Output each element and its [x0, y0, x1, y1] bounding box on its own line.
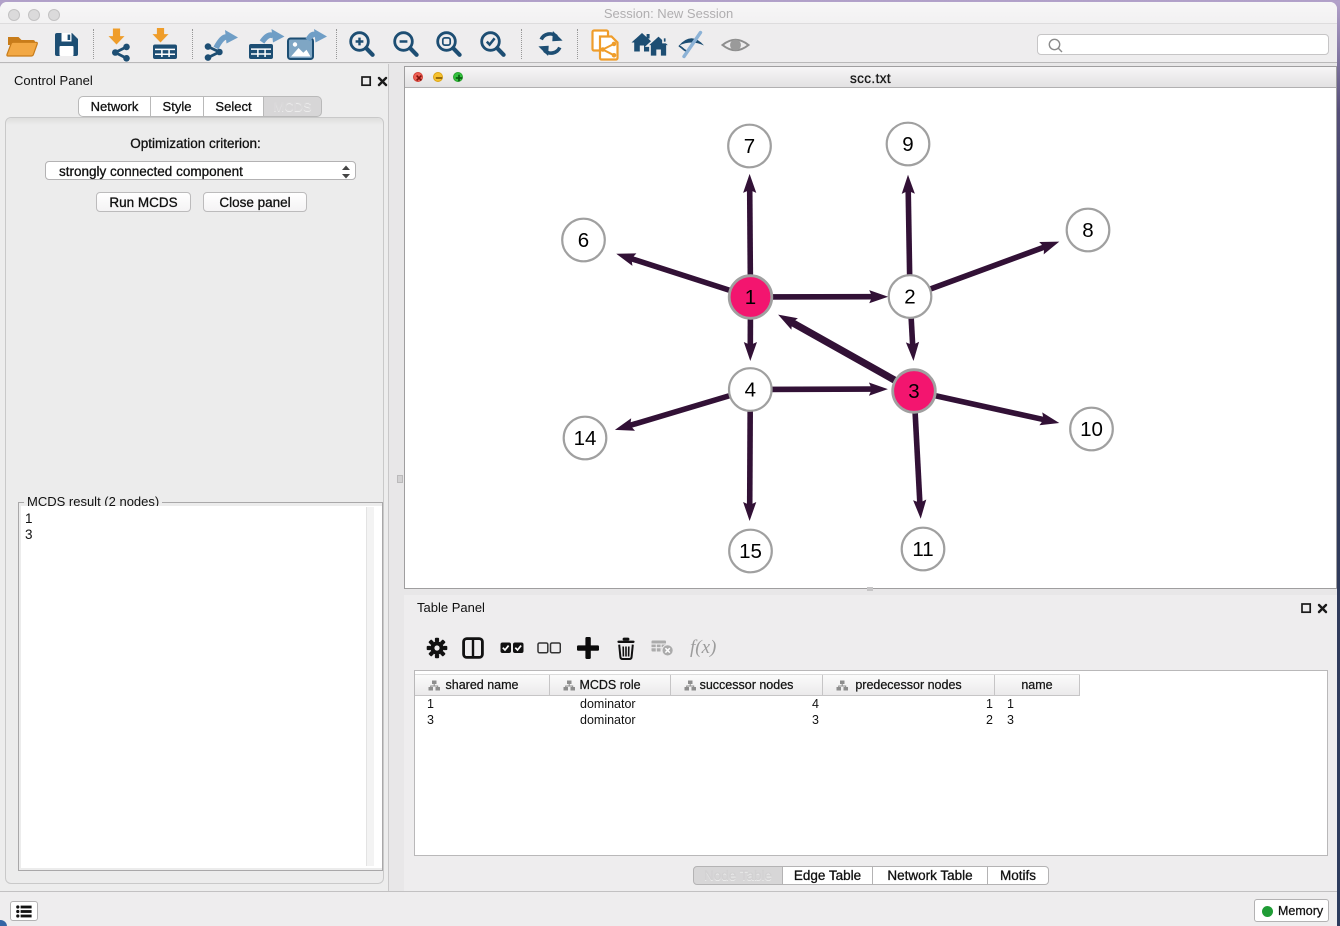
- svg-text:3: 3: [908, 380, 919, 403]
- svg-text:6: 6: [578, 229, 589, 252]
- svg-text:1: 1: [745, 286, 756, 309]
- svg-text:2: 2: [904, 286, 915, 309]
- svg-text:15: 15: [739, 540, 762, 563]
- svg-text:10: 10: [1080, 418, 1103, 441]
- svg-text:9: 9: [902, 133, 913, 156]
- svg-text:4: 4: [745, 379, 756, 402]
- svg-text:7: 7: [744, 135, 755, 158]
- svg-text:11: 11: [912, 538, 933, 561]
- svg-text:8: 8: [1082, 219, 1093, 242]
- svg-text:14: 14: [574, 427, 597, 450]
